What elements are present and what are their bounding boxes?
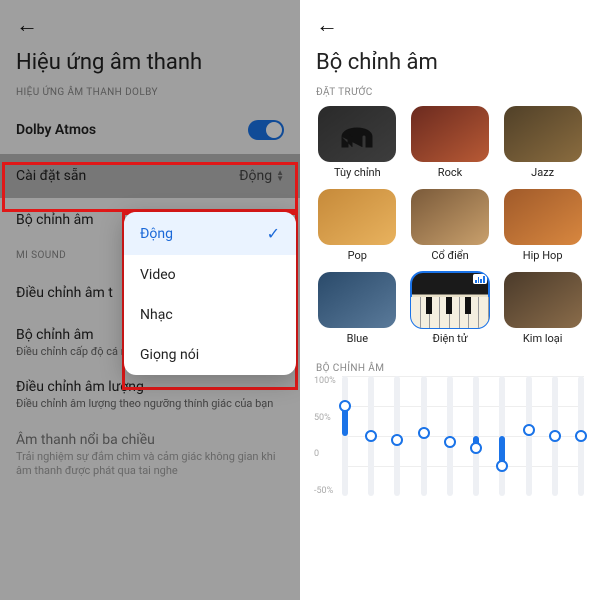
eq-slider[interactable] (526, 376, 532, 496)
preset-item[interactable]: Cổ điển (409, 189, 492, 262)
popup-option-video[interactable]: Video (124, 255, 296, 295)
sound-effects-screen: ← Hiệu ứng âm thanh HIỆU ỨNG ÂM THANH DO… (0, 0, 300, 600)
preset-thumb (504, 272, 582, 328)
volume-adjust-desc: Điều chỉnh âm lượng theo ngưỡng thính gi… (16, 395, 273, 411)
popup-option-nhac[interactable]: Nhạc (124, 295, 296, 335)
dolby-atmos-label: Dolby Atmos (16, 122, 96, 138)
axis-tick: 100% (314, 376, 344, 386)
eq-slider[interactable] (578, 376, 584, 496)
eq-slider[interactable] (342, 376, 348, 496)
preset-thumb (504, 106, 582, 162)
page-title: Hiệu ứng âm thanh (0, 44, 300, 87)
preset-thumb (411, 189, 489, 245)
slider-knob[interactable] (365, 430, 377, 442)
eq-slider[interactable] (394, 376, 400, 496)
slider-knob[interactable] (549, 430, 561, 442)
slider-knob[interactable] (523, 424, 535, 436)
axis-tick: 0 (314, 449, 344, 459)
slider-knob[interactable] (391, 434, 403, 446)
dolby-section-label: HIỆU ỨNG ÂM THANH DOLBY (0, 87, 300, 106)
equalizer-chart: 100% 50% 0 -50% (316, 376, 584, 506)
surround-row[interactable]: Âm thanh nổi ba chiều Trải nghiệm sự đắm… (0, 422, 300, 489)
preset-item[interactable]: Hip Hop (501, 189, 584, 262)
preset-label: Rock (438, 166, 462, 179)
eq-slider[interactable] (421, 376, 427, 496)
preset-thumb (504, 189, 582, 245)
eq-section-label: BỘ CHỈNH ÂM (300, 345, 600, 376)
check-icon: ✓ (267, 224, 280, 243)
axis-tick: -50% (314, 486, 344, 496)
eq-slider[interactable] (499, 376, 505, 496)
presets-section-label: ĐẶT TRƯỚC (300, 87, 600, 106)
axis-tick: 50% (314, 413, 344, 423)
page-title: Bộ chỉnh âm (300, 44, 600, 87)
preset-thumb (318, 272, 396, 328)
preset-label: Hip Hop (523, 249, 563, 262)
slider-knob[interactable] (496, 460, 508, 472)
preset-label: Blue (347, 332, 368, 345)
back-icon[interactable]: ← (300, 0, 354, 44)
slider-knob[interactable] (575, 430, 587, 442)
surround-label: Âm thanh nổi ba chiều (16, 432, 155, 448)
popup-option-label: Video (140, 267, 176, 283)
adjust-sound-label: Điều chỉnh âm t (16, 285, 113, 301)
slider-knob[interactable] (339, 400, 351, 412)
eq-slider[interactable] (552, 376, 558, 496)
headphones-icon (337, 117, 377, 151)
preset-thumb (318, 189, 396, 245)
preset-label: Điện tử (432, 332, 467, 345)
equalizer2-label: Bộ chỉnh âm (16, 327, 94, 343)
preset-thumb (411, 106, 489, 162)
preset-item[interactable]: Kim loại (501, 272, 584, 345)
popup-option-dong[interactable]: Động ✓ (124, 212, 296, 255)
preset-grid: Tùy chỉnh Rock Jazz Pop Cổ điển Hip Hop Blue Đi… (300, 106, 600, 345)
preset-label: Pop (348, 249, 367, 262)
preset-label: Kim loại (523, 332, 563, 345)
annotation-highlight-row (2, 162, 298, 212)
equalizer-screen: ← Bộ chỉnh âm ĐẶT TRƯỚC Tùy chỉnh Rock Jaz… (300, 0, 600, 600)
popup-option-giongnoi[interactable]: Giọng nói (124, 335, 296, 375)
eq-slider[interactable] (447, 376, 453, 496)
eq-slider[interactable] (368, 376, 374, 496)
dolby-atmos-row[interactable]: Dolby Atmos (0, 106, 300, 154)
eq-axis: 100% 50% 0 -50% (314, 376, 344, 496)
preset-item[interactable]: Tùy chỉnh (316, 106, 399, 179)
eq-slider[interactable] (473, 376, 479, 496)
back-icon[interactable]: ← (0, 0, 54, 44)
surround-desc: Trải nghiệm sự đắm chìm và cảm giác khôn… (16, 448, 284, 479)
eq-sliders (342, 376, 584, 496)
popup-option-label: Nhạc (140, 307, 173, 323)
slider-knob[interactable] (444, 436, 456, 448)
equalizer-label: Bộ chỉnh âm (16, 212, 94, 228)
preset-thumb (411, 272, 489, 328)
popup-option-label: Giọng nói (140, 347, 199, 363)
preset-label: Jazz (531, 166, 554, 179)
popup-option-label: Động (140, 226, 173, 242)
preset-label: Tùy chỉnh (334, 166, 381, 179)
eq-badge-icon (473, 274, 487, 284)
preset-item[interactable]: Blue (316, 272, 399, 345)
slider-knob[interactable] (418, 427, 430, 439)
slider-knob[interactable] (470, 442, 482, 454)
preset-item[interactable]: Jazz (501, 106, 584, 179)
presets-popup: Động ✓ Video Nhạc Giọng nói (124, 212, 296, 375)
preset-item[interactable]: Pop (316, 189, 399, 262)
dolby-atmos-toggle[interactable] (248, 120, 284, 140)
preset-item[interactable]: Điện tử (409, 272, 492, 345)
preset-thumb (318, 106, 396, 162)
preset-label: Cổ điển (431, 249, 468, 262)
preset-item[interactable]: Rock (409, 106, 492, 179)
